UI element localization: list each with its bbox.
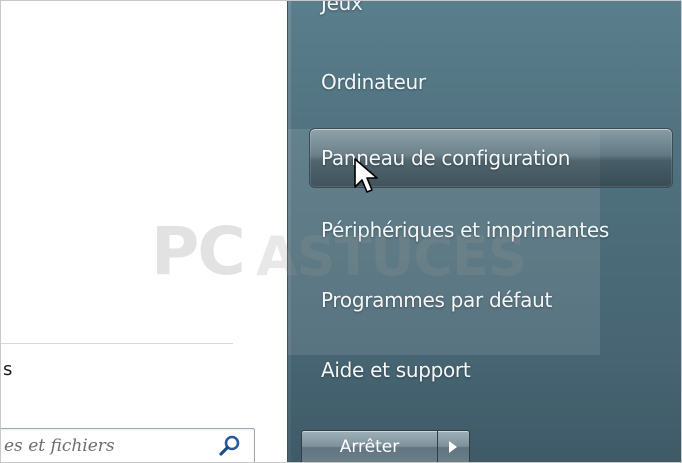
cursor-icon — [354, 158, 378, 193]
arrow-right-icon — [449, 441, 457, 453]
search-input[interactable] — [4, 433, 210, 459]
menu-item-aide-et-support[interactable]: Aide et support — [321, 358, 471, 382]
menu-item-ordinateur[interactable]: Ordinateur — [321, 70, 426, 94]
programs-pane: s — [1, 1, 287, 462]
separator — [1, 343, 233, 344]
start-menu: s Jeux Ordinateur Panneau de configurati… — [0, 0, 682, 463]
watermark-pc: PC — [151, 213, 246, 290]
menu-item-jeux[interactable]: Jeux — [321, 1, 363, 15]
shutdown-button[interactable]: Arrêter — [301, 430, 438, 462]
shutdown-options-button[interactable] — [438, 430, 470, 462]
all-programs-link[interactable]: s — [3, 359, 12, 380]
search-icon[interactable] — [218, 434, 242, 458]
search-box[interactable] — [1, 428, 255, 462]
watermark-astuces: ASTUCES — [256, 225, 527, 288]
menu-item-programmes-par-defaut[interactable]: Programmes par défaut — [321, 288, 552, 312]
